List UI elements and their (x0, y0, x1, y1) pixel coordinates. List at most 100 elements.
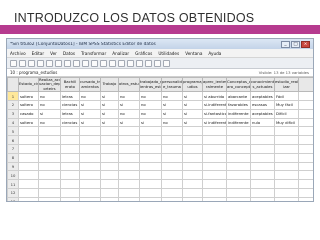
data-cell[interactable] (298, 187, 313, 198)
data-cell[interactable]: si (182, 117, 203, 128)
data-cell[interactable] (202, 170, 227, 181)
row-number[interactable]: 1 (7, 91, 19, 102)
data-cell[interactable]: aceptables (250, 91, 275, 102)
data-cell[interactable] (298, 126, 313, 137)
column-header[interactable]: estudio_real izar (274, 76, 299, 93)
weight-cases-icon[interactable] (127, 59, 134, 67)
data-cell[interactable] (298, 135, 313, 145)
use-sets-icon[interactable] (154, 59, 161, 67)
data-cell[interactable] (139, 179, 162, 189)
data-cell[interactable] (298, 91, 313, 102)
data-cell[interactable] (202, 135, 227, 145)
data-cell[interactable] (60, 135, 80, 145)
dialog-recall-icon[interactable] (37, 59, 44, 67)
menu-item-utilidades[interactable]: Utilidades (158, 51, 179, 56)
data-cell[interactable] (60, 170, 80, 181)
data-cell[interactable]: si (118, 117, 140, 128)
data-cell[interactable] (79, 179, 101, 189)
data-cell[interactable] (38, 161, 61, 172)
select-cases-icon[interactable] (136, 59, 143, 67)
row-number[interactable]: 3 (7, 108, 19, 119)
data-cell[interactable] (274, 126, 299, 137)
data-cell[interactable] (118, 144, 140, 154)
data-cell[interactable] (182, 170, 203, 181)
column-header[interactable]: Conceptos_cl aro_conceptos (226, 76, 251, 93)
data-cell[interactable] (100, 135, 119, 145)
data-cell[interactable] (38, 196, 61, 201)
split-file-icon[interactable] (118, 59, 125, 67)
data-cell[interactable]: si aburrido (202, 91, 227, 102)
data-cell[interactable] (79, 196, 101, 201)
data-cell[interactable] (161, 170, 183, 181)
data-cell[interactable]: no (161, 117, 183, 128)
data-cell[interactable]: favorables (226, 100, 251, 110)
data-cell[interactable] (298, 100, 313, 110)
data-cell[interactable] (100, 170, 119, 181)
data-cell[interactable] (161, 196, 183, 201)
print-icon[interactable] (28, 59, 35, 67)
menu-item-transformar[interactable]: Transformar (81, 51, 106, 56)
value-labels-icon[interactable] (145, 59, 152, 67)
data-cell[interactable]: nulo (250, 117, 275, 128)
data-cell[interactable]: Muy fácil (274, 100, 299, 110)
data-cell[interactable] (250, 196, 275, 201)
data-cell[interactable] (161, 144, 183, 154)
menu-item-analizar[interactable]: Analizar (112, 51, 129, 56)
data-cell[interactable]: si (161, 100, 183, 110)
data-cell[interactable] (60, 144, 80, 154)
data-cell[interactable] (202, 187, 227, 198)
undo-icon[interactable] (46, 59, 53, 67)
data-cell[interactable] (139, 135, 162, 145)
goto-case-icon[interactable] (64, 59, 71, 67)
data-cell[interactable]: escasos (250, 100, 275, 110)
data-cell[interactable] (202, 179, 227, 189)
data-cell[interactable] (118, 179, 140, 189)
data-cell[interactable] (182, 152, 203, 163)
row-number[interactable]: 12 (7, 187, 19, 198)
data-cell[interactable]: indiferente (226, 108, 251, 119)
data-cell[interactable] (38, 126, 61, 137)
data-cell[interactable] (250, 144, 275, 154)
data-cell[interactable]: indiferente (226, 117, 251, 128)
data-cell[interactable]: si (38, 108, 61, 119)
data-cell[interactable] (18, 135, 39, 145)
menu-item-gráficos[interactable]: Gráficos (135, 51, 152, 56)
close-button[interactable]: × (301, 40, 310, 48)
data-cell[interactable] (250, 161, 275, 172)
data-cell[interactable] (161, 179, 183, 189)
data-cell[interactable]: aceptables (250, 108, 275, 119)
data-cell[interactable] (202, 161, 227, 172)
data-cell[interactable] (274, 196, 299, 201)
data-cell[interactable]: si.indiferente (202, 100, 227, 110)
data-cell[interactable]: Fácil (274, 91, 299, 102)
data-cell[interactable] (298, 144, 313, 154)
menu-item-datos[interactable]: Datos (63, 51, 75, 56)
data-cell[interactable] (161, 135, 183, 145)
data-cell[interactable]: abarcante (226, 91, 251, 102)
data-cell[interactable] (182, 179, 203, 189)
spelling-icon[interactable] (163, 59, 170, 67)
data-cell[interactable]: no (38, 100, 61, 110)
column-header[interactable]: Trabajo (100, 76, 119, 93)
data-cell[interactable]: Difícil (274, 108, 299, 119)
data-cell[interactable]: letras (60, 91, 80, 102)
data-cell[interactable] (100, 161, 119, 172)
data-cell[interactable] (226, 144, 251, 154)
data-cell[interactable] (60, 187, 80, 198)
find-icon[interactable] (91, 59, 98, 67)
data-cell[interactable]: letras (60, 108, 80, 119)
data-cell[interactable] (161, 152, 183, 163)
data-cell[interactable] (182, 135, 203, 145)
row-number[interactable]: 2 (7, 100, 19, 110)
data-cell[interactable] (79, 187, 101, 198)
data-cell[interactable]: soltero (18, 100, 39, 110)
data-cell[interactable] (182, 144, 203, 154)
data-cell[interactable] (18, 170, 39, 181)
data-cell[interactable] (79, 161, 101, 172)
data-cell[interactable] (202, 152, 227, 163)
data-cell[interactable] (118, 170, 140, 181)
data-cell[interactable] (60, 179, 80, 189)
menu-item-editar[interactable]: Editar (32, 51, 44, 56)
data-cell[interactable]: si (100, 100, 119, 110)
data-cell[interactable] (18, 126, 39, 137)
